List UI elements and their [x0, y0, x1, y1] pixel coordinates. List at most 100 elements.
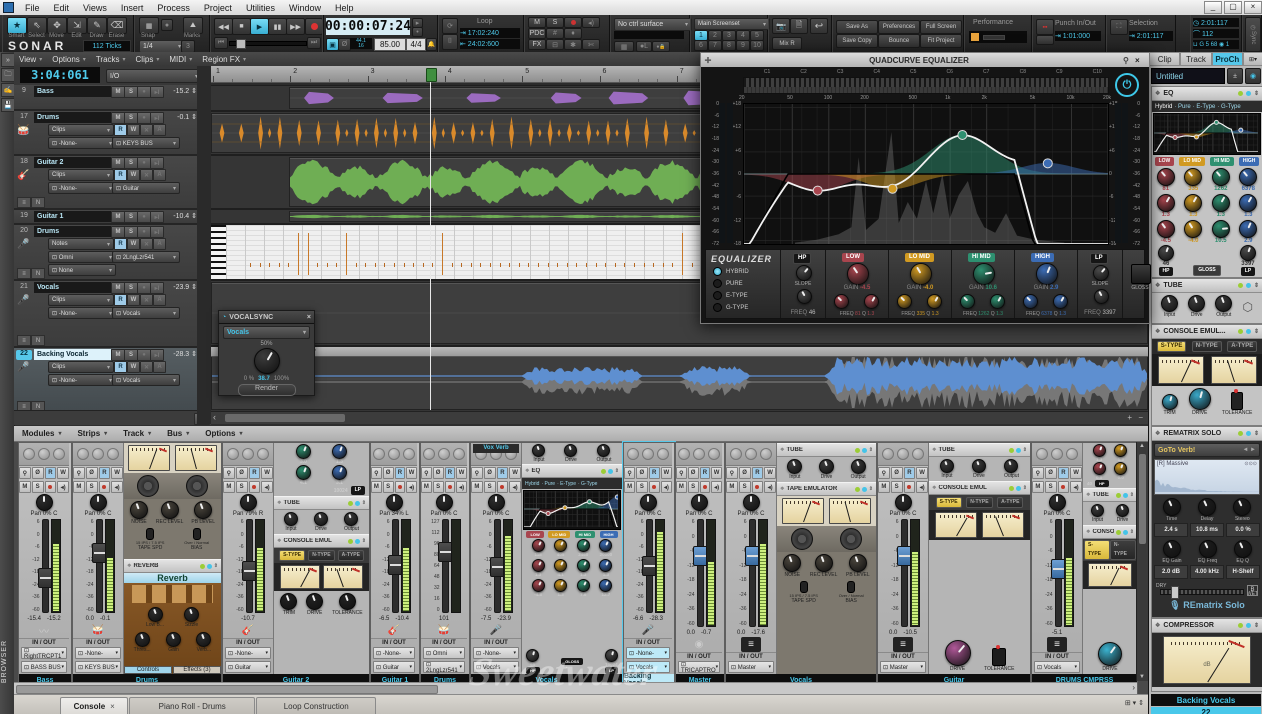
io-dropdown-0[interactable]: ⊡ -None-▾	[225, 647, 271, 659]
strip-arm-button[interactable]	[1058, 481, 1070, 493]
pc-rematrix-module-header[interactable]: ❖REMATRIX SOLO⇕	[1152, 427, 1262, 441]
tube-knobs-input-knob[interactable]	[787, 459, 802, 474]
console-emul-header[interactable]: ❖CONSOLE EMUL⇕	[929, 481, 1030, 495]
preferences-button[interactable]: Preferences	[878, 20, 920, 34]
track-dropdown-keysbus[interactable]: ⊡ KEYS BUS▾	[112, 137, 180, 149]
tab-close-icon[interactable]: ×	[110, 702, 115, 711]
wai-button[interactable]: ●L	[636, 41, 652, 52]
menu-help[interactable]: Help	[328, 3, 361, 13]
pc-tube-module-header[interactable]: ❖TUBE⇕	[1152, 279, 1262, 293]
pc-eq-knob[interactable]	[1239, 194, 1257, 212]
send-knob-post[interactable]	[423, 448, 435, 460]
pc-tube-input-knob[interactable]	[1161, 295, 1178, 312]
module-collapse-icon[interactable]: ⇕	[1254, 328, 1259, 335]
view-tab-piano-roll-drums[interactable]: Piano Roll - Drums	[129, 697, 255, 714]
drywet-handle[interactable]	[1171, 586, 1179, 599]
strip-input-echo-button[interactable]: ⚲	[624, 467, 635, 479]
screenset-7-button[interactable]: 7	[708, 40, 722, 51]
strip-arm-button[interactable]	[649, 481, 660, 493]
tube-knobs-drive-knob[interactable]	[819, 459, 834, 474]
strip-input-echo-button[interactable]: ⚲	[878, 467, 890, 479]
tube-knobs-input-knob[interactable]	[1091, 504, 1104, 517]
strip-solo-button[interactable]: S	[236, 481, 248, 493]
dim-solo-button[interactable]: #	[546, 28, 564, 39]
tape-knobs-noise-knob[interactable]	[783, 554, 801, 572]
strip-solo-button[interactable]: S	[32, 481, 44, 493]
minimize-button[interactable]: _	[1204, 1, 1222, 14]
hscroll-right-arrow[interactable]: ›	[1132, 683, 1135, 692]
drive-knob[interactable]	[1098, 642, 1122, 666]
track-echo-button[interactable]: ▸I	[150, 211, 164, 223]
io-dropdown-1[interactable]: ⊡ 2LngLzr541▾	[423, 661, 465, 673]
tool-erase-button[interactable]: ⌫	[107, 17, 127, 34]
pc-eq-knob[interactable]	[1157, 168, 1175, 186]
strip-sends[interactable]	[1032, 443, 1082, 466]
play-button[interactable]: ▶	[250, 18, 269, 35]
strip-mute-button[interactable]: M	[223, 481, 235, 493]
console-knobs-trim-knob[interactable]	[280, 593, 297, 610]
fader-slot[interactable]	[246, 519, 253, 613]
vscroll-up-arrow[interactable]: ▲	[1139, 443, 1145, 449]
strip-write-button[interactable]: W	[509, 467, 521, 479]
tab-options-icons[interactable]: ⊞▾	[1243, 52, 1262, 66]
trackview-menu-clips[interactable]: Clips▾	[131, 55, 165, 64]
hscroll-left-arrow[interactable]: ‹	[213, 412, 216, 422]
console-type-s-type[interactable]: S-TYPE	[936, 497, 962, 508]
strip-phase-button[interactable]: Ø	[236, 467, 248, 479]
track-freeze-button[interactable]: A	[153, 361, 166, 373]
pc-eq-chip-high[interactable]: HIGH	[1239, 157, 1260, 166]
hp-slope-knob[interactable]	[796, 265, 812, 281]
pc-console-type-a-type[interactable]: A-TYPE	[1227, 341, 1257, 352]
send-knob-post[interactable]	[627, 448, 639, 460]
zoom-out-icon[interactable]: −	[1138, 413, 1143, 422]
channel-strip-20[interactable]: ⚲ØRWMS◂)Pan 0% C1271129680644832160101🥁I…	[420, 442, 470, 699]
undo-button[interactable]: ↩	[810, 18, 828, 34]
track-dropdown-none[interactable]: ⊡ -None-▾	[48, 307, 116, 319]
track-dropdown-none[interactable]: ⊡ -None-▾	[48, 182, 116, 194]
vocalsync-clip-header[interactable]: <VocalSync>	[211, 347, 1148, 357]
pc-eq-knob[interactable]	[1184, 194, 1202, 212]
module-power-led[interactable]	[207, 564, 212, 569]
console-menu-track[interactable]: Track▾	[115, 429, 159, 438]
module-power-led[interactable]	[1246, 283, 1251, 288]
strip-solo-button[interactable]: S	[383, 481, 394, 493]
strip-sends[interactable]	[73, 443, 123, 466]
track-solo-button[interactable]: S	[124, 157, 138, 169]
send-knob-pan[interactable]	[257, 448, 269, 460]
pc-eq-knob[interactable]	[1157, 194, 1175, 212]
track-freeze-button[interactable]: A	[153, 238, 166, 250]
menu-utilities[interactable]: Utilities	[239, 3, 282, 13]
track-freeze-button[interactable]: A	[153, 169, 166, 181]
pc-eq-knob[interactable]	[554, 539, 567, 552]
rematrix-time-knobs-delay-knob[interactable]	[1198, 498, 1216, 516]
track-mute-button[interactable]: M	[111, 282, 125, 294]
strip-write-button[interactable]: W	[111, 467, 123, 479]
reverb-knobs-top-lowb-knob[interactable]	[148, 607, 163, 622]
channel-strip-A[interactable]: ⚲ØRWMS◂)Pan 0% C60-6-12-18-24-36-600.0-0…	[675, 442, 725, 699]
track-write-button[interactable]: W	[127, 238, 140, 250]
collapse-icon[interactable]: ⇕	[869, 447, 873, 453]
strip-read-button[interactable]: R	[445, 467, 456, 479]
tube-knobs-input-knob[interactable]	[532, 444, 545, 457]
switch-toggle[interactable]	[146, 528, 154, 540]
track-solo-button[interactable]: S	[124, 112, 138, 124]
module-collapse-icon[interactable]: ⇕	[1254, 282, 1259, 289]
tube-module-header[interactable]: ❖TUBE⇕	[777, 443, 876, 457]
strip-read-button[interactable]: R	[649, 467, 660, 479]
track-fx-bypass-button[interactable]: ✕	[140, 124, 153, 136]
track-name[interactable]: Bass	[34, 86, 111, 97]
switch-toggle[interactable]	[800, 581, 808, 593]
solo-all-button[interactable]: S	[546, 17, 564, 28]
console-menu-strips[interactable]: Strips▾	[69, 429, 115, 438]
mode-option-g-type[interactable]: G-TYPE	[713, 303, 748, 312]
send-knob-post[interactable]	[373, 448, 385, 460]
pc-eq-knob[interactable]	[1184, 220, 1202, 238]
pc-eq-knob[interactable]	[1157, 220, 1175, 238]
send-knob-post[interactable]	[1036, 448, 1048, 460]
track-name[interactable]: Backing Vocals	[34, 349, 111, 360]
pdc-button[interactable]: PDC	[528, 28, 546, 39]
collapse-icon[interactable]: ⇕	[1023, 485, 1027, 491]
trackview-menu-options[interactable]: Options▾	[47, 55, 91, 64]
pc-console-module-header[interactable]: ❖CONSOLE EMUL...⇕	[1152, 325, 1262, 339]
pc-eq-knob[interactable]	[554, 579, 567, 592]
